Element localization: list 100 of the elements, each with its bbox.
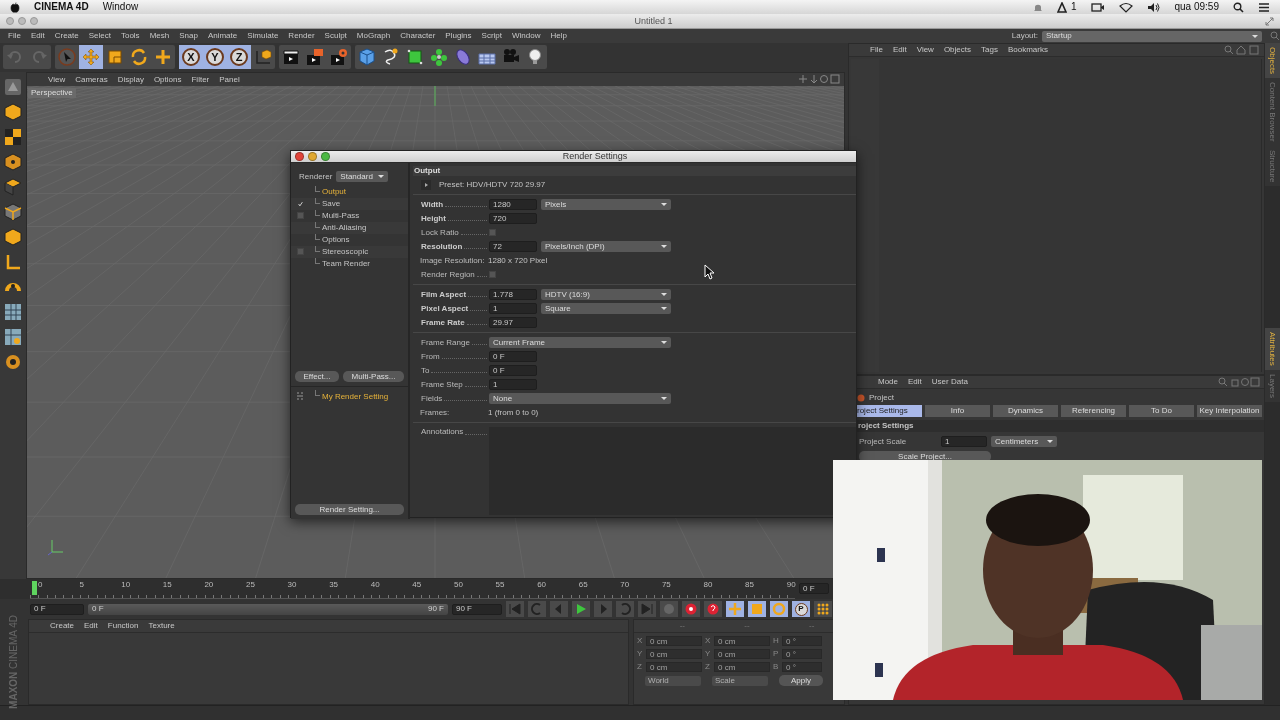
- position-field[interactable]: 0 cm: [646, 662, 702, 672]
- menu-item[interactable]: Texture: [143, 621, 180, 631]
- unit-dropdown[interactable]: Centimeters: [991, 436, 1057, 447]
- tab[interactable]: Info: [925, 405, 990, 417]
- number-field[interactable]: 720: [489, 212, 537, 224]
- tab[interactable]: Dynamics: [993, 405, 1058, 417]
- menu-item[interactable]: Window: [507, 31, 546, 41]
- rotation-field[interactable]: 0 °: [782, 649, 822, 659]
- scale-field[interactable]: 1: [941, 436, 987, 447]
- menu-item[interactable]: Filter: [186, 74, 215, 85]
- menu-item[interactable]: Select: [83, 31, 116, 41]
- menu-item[interactable]: Tools: [115, 31, 145, 41]
- dialog-button[interactable]: Multi-Pass...: [343, 371, 404, 383]
- menu-item[interactable]: Create: [49, 31, 84, 41]
- tool-button[interactable]: [79, 45, 103, 70]
- point-button[interactable]: P: [792, 601, 810, 618]
- menu-item[interactable]: Create: [45, 621, 79, 631]
- position-field[interactable]: 0 cm: [646, 649, 702, 659]
- tab[interactable]: To Do: [1129, 405, 1194, 417]
- checkbox[interactable]: [489, 228, 496, 236]
- playback-button[interactable]: [572, 601, 590, 618]
- dialog-button[interactable]: Effect...: [295, 371, 339, 383]
- checkbox[interactable]: [296, 248, 304, 256]
- render-setting-button[interactable]: Render Setting...: [295, 503, 404, 515]
- playhead[interactable]: [32, 581, 37, 596]
- number-field[interactable]: 0 F: [489, 364, 537, 376]
- menu-item[interactable]: User Data: [926, 377, 973, 387]
- annotations-field[interactable]: [489, 426, 856, 515]
- unit-dropdown[interactable]: Square: [541, 302, 671, 314]
- menu-item[interactable]: Options: [148, 74, 187, 85]
- number-field[interactable]: 1.778: [489, 288, 537, 300]
- settings-page-item[interactable]: Output: [322, 187, 346, 197]
- preset-button[interactable]: [421, 179, 431, 190]
- renderer-dropdown[interactable]: Standard: [336, 170, 389, 182]
- number-field[interactable]: 1: [489, 302, 537, 314]
- menu-item[interactable]: Edit: [903, 377, 927, 387]
- menu-item[interactable]: Mesh: [144, 31, 175, 41]
- checkbox[interactable]: [489, 270, 496, 278]
- close-button[interactable]: [295, 151, 304, 161]
- menu-item[interactable]: Tags: [976, 45, 1003, 55]
- size-field[interactable]: 0 cm: [714, 649, 770, 659]
- menu-item[interactable]: Bookmarks: [1002, 45, 1053, 55]
- position-field[interactable]: 0 cm: [646, 636, 702, 646]
- playback-button[interactable]: [726, 601, 744, 618]
- menu-item[interactable]: Cameras: [70, 74, 113, 85]
- size-field[interactable]: 0 cm: [714, 662, 770, 672]
- unit-dropdown[interactable]: Pixels: [541, 198, 671, 210]
- size-mode-dropdown[interactable]: Scale: [712, 675, 768, 686]
- menu-item[interactable]: File: [3, 31, 26, 41]
- menu-item[interactable]: Window: [102, 1, 139, 13]
- apply-button[interactable]: Apply: [779, 675, 823, 686]
- minimize-button[interactable]: [308, 151, 317, 161]
- menu-item[interactable]: Character: [395, 31, 441, 41]
- menu-item[interactable]: Sculpt: [319, 31, 352, 41]
- menu-item[interactable]: Animate: [202, 31, 243, 41]
- menu-item[interactable]: Help: [545, 31, 572, 41]
- menu-item[interactable]: Edit: [887, 45, 912, 55]
- menu-item[interactable]: Objects: [938, 45, 976, 55]
- menu-item[interactable]: Mode: [873, 377, 903, 387]
- menu-item[interactable]: Display: [112, 74, 149, 85]
- number-field[interactable]: 1280: [489, 198, 537, 210]
- size-field[interactable]: 0 cm: [714, 636, 770, 646]
- unit-dropdown[interactable]: Pixels/Inch (DPI): [541, 240, 671, 252]
- number-field[interactable]: 1: [489, 378, 537, 390]
- rotation-field[interactable]: 0 °: [782, 662, 822, 672]
- current-frame-field[interactable]: 0 F: [799, 583, 829, 595]
- tool-button[interactable]: Z: [227, 45, 251, 70]
- menu-item[interactable]: View: [911, 45, 939, 55]
- layout-dropdown[interactable]: Startup: [1042, 30, 1262, 42]
- menu-item[interactable]: MoGraph: [351, 31, 396, 41]
- end-frame-field[interactable]: 90 F: [452, 603, 502, 615]
- unit-dropdown[interactable]: HDTV (16:9): [541, 288, 671, 300]
- playback-button[interactable]: [748, 601, 766, 618]
- menu-item[interactable]: Snap: [174, 31, 203, 41]
- settings-page-item[interactable]: Options: [322, 235, 350, 245]
- tab[interactable]: roject Settings: [857, 405, 922, 417]
- menu-item[interactable]: Render: [283, 31, 320, 41]
- playback-button[interactable]: [770, 601, 788, 618]
- menu-item[interactable]: Script: [476, 31, 508, 41]
- playback-button[interactable]: [682, 601, 700, 618]
- settings-page-item[interactable]: Team Render: [322, 259, 371, 269]
- app-name[interactable]: CINEMA 4D: [34, 1, 89, 13]
- settings-page-item[interactable]: Multi-Pass: [322, 211, 360, 221]
- tab[interactable]: Referencing: [1061, 405, 1126, 417]
- settings-page-item[interactable]: Save: [322, 199, 341, 209]
- menu-item[interactable]: Plugins: [440, 31, 477, 41]
- rotation-field[interactable]: 0 °: [782, 636, 822, 646]
- menu-item[interactable]: Edit: [25, 31, 50, 41]
- side-tab[interactable]: Attributes: [1265, 328, 1280, 370]
- zoom-button[interactable]: [321, 151, 330, 161]
- menu-item[interactable]: Function: [102, 621, 144, 631]
- start-frame-field[interactable]: 0 F: [30, 603, 84, 615]
- dropdown[interactable]: None: [489, 392, 671, 404]
- tool-button[interactable]: X: [179, 45, 203, 70]
- menu-item[interactable]: File: [865, 45, 888, 55]
- playback-button[interactable]: [704, 601, 722, 618]
- checkbox[interactable]: [296, 212, 304, 220]
- number-field[interactable]: 72: [489, 240, 537, 252]
- menu-item[interactable]: View: [43, 74, 71, 85]
- range-slider[interactable]: 0 F 90 F: [88, 603, 448, 615]
